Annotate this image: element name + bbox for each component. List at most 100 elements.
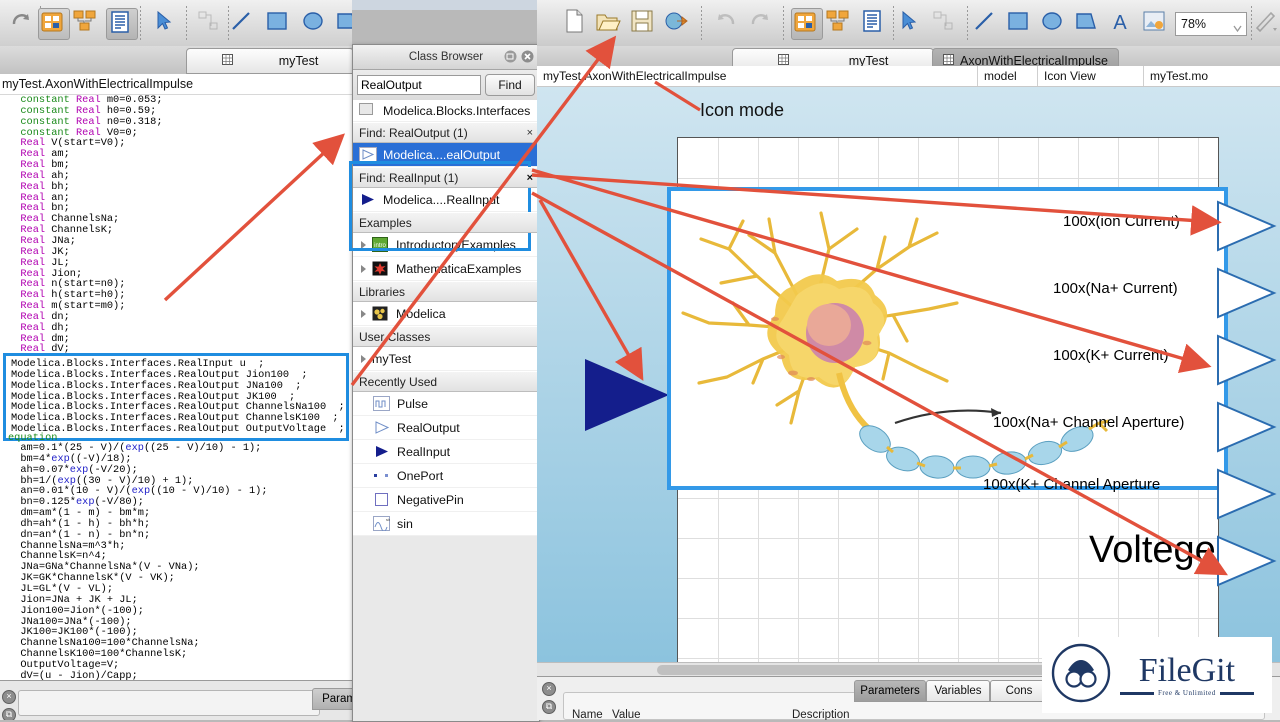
left-close-icon[interactable]: × <box>2 690 16 704</box>
rtoolbar-separator-3 <box>893 6 894 40</box>
pointer-tool-button[interactable] <box>150 8 180 38</box>
right-toolbar: A 78% <box>537 0 1280 47</box>
find-group-realinput[interactable]: Find: RealInput (1) × <box>353 167 539 188</box>
icon-label-voltage: Voltege <box>1089 529 1216 572</box>
class-item-modelica[interactable]: Modelica <box>353 302 539 326</box>
output-port-na-aperture[interactable] <box>1216 401 1278 458</box>
publish-button[interactable] <box>663 8 693 38</box>
recent-item-sin[interactable]: sin sin <box>353 512 539 536</box>
redo-button-2[interactable] <box>747 8 777 38</box>
recent-item-oneport[interactable]: OnePort <box>353 464 539 488</box>
class-item-label-2: MathematicaExamples <box>396 262 521 276</box>
pen-icon[interactable] <box>1253 8 1280 38</box>
find-button[interactable]: Find <box>485 74 535 96</box>
class-path-row[interactable]: Modelica.Blocks.Interfaces <box>353 100 539 122</box>
bottom-close-icon[interactable]: × <box>542 682 556 696</box>
icon-label-k-current: 100x(K+ Current) <box>1053 347 1168 364</box>
icon-editing-frame[interactable]: 100x(ion Current) 100x(Na+ Current) 100x… <box>667 187 1228 490</box>
rtoolbar-separator-5 <box>1251 6 1252 40</box>
class-item-mathematicaexamples[interactable]: MathematicaExamples <box>353 257 539 281</box>
open-button[interactable] <box>595 8 625 38</box>
text-tool-button[interactable]: A <box>1107 8 1137 38</box>
class-browser-titlebar: Class Browser <box>353 45 539 70</box>
output-port-k-aperture[interactable] <box>1216 468 1278 525</box>
negativepin-icon <box>373 492 391 508</box>
model-view-mode: Icon View <box>1037 66 1150 86</box>
search-input[interactable]: RealOutput <box>357 75 481 95</box>
polygon-tool-button[interactable] <box>334 8 352 38</box>
undo-button[interactable] <box>713 8 743 38</box>
connect-tool-button[interactable] <box>196 8 226 38</box>
image-tool-button[interactable] <box>1141 8 1171 38</box>
chevron-right-icon-2[interactable] <box>361 265 366 273</box>
tab-constants[interactable]: Cons <box>990 680 1048 702</box>
output-port-voltage[interactable] <box>1216 535 1278 592</box>
left-parameters-tab[interactable]: Param <box>312 688 352 710</box>
find-group-realoutput[interactable]: Find: RealOutput (1) × <box>353 122 539 143</box>
recent-item-negativepin[interactable]: NegativePin <box>353 488 539 512</box>
detach-icon[interactable] <box>504 50 517 66</box>
left-bottom-field[interactable] <box>18 690 320 716</box>
recent-item-realoutput[interactable]: RealOutput <box>353 416 539 440</box>
left-detach-icon[interactable]: ⧉ <box>2 708 16 720</box>
diagram-view-button-2[interactable] <box>825 8 855 38</box>
save-button[interactable] <box>629 8 659 38</box>
find-group-close-icon[interactable]: × <box>527 127 533 139</box>
model-info-bar: myTest.AxonWithElectricalImpulse model I… <box>537 66 1280 87</box>
icon-view-canvas[interactable]: 100x(ion Current) 100x(Na+ Current) 100x… <box>537 87 1280 662</box>
rtoolbar-separator-2 <box>783 6 784 40</box>
chevron-right-icon-3[interactable] <box>361 310 366 318</box>
neuron-illustration <box>671 191 1216 479</box>
class-browser-panel: Class Browser RealOutput Find Modelica.B… <box>352 44 540 722</box>
pointer-tool-button-2[interactable] <box>895 8 925 38</box>
model-kind: model <box>977 66 1044 86</box>
recent-item-label-3: RealInput <box>397 445 450 459</box>
output-port-ion-current[interactable] <box>1216 200 1278 257</box>
rectangle-tool-button-2[interactable] <box>1005 8 1035 38</box>
class-item-label-4: myTest <box>372 352 411 366</box>
output-port-na-current[interactable] <box>1216 267 1278 324</box>
recent-item-realinput[interactable]: RealInput <box>353 440 539 464</box>
zoom-combobox[interactable]: 78% <box>1175 12 1247 36</box>
polygon-tool-button-2[interactable] <box>1073 8 1103 38</box>
rtoolbar-separator-1 <box>701 6 702 40</box>
doc-tab-label: myTest <box>279 54 319 68</box>
ellipse-tool-button-2[interactable] <box>1039 8 1069 38</box>
close-icon[interactable] <box>521 50 534 66</box>
pulse-icon <box>373 396 391 412</box>
output-port-k-current[interactable] <box>1216 334 1278 391</box>
find-group-realinput-label: Find: RealInput (1) <box>359 171 458 185</box>
sin-icon: sin <box>373 516 391 532</box>
new-button[interactable] <box>561 8 591 38</box>
chevron-down-icon[interactable] <box>1233 19 1242 37</box>
find-group-realinput-close-icon[interactable]: × <box>527 172 533 184</box>
diagram-view-button[interactable] <box>72 8 102 38</box>
code-editor[interactable]: constant Real m0=0.053; constant Real h0… <box>0 95 352 680</box>
recent-item-pulse[interactable]: Pulse <box>353 392 539 416</box>
ellipse-tool-button[interactable] <box>300 8 330 38</box>
doc-tab-mytest[interactable]: myTest <box>186 48 352 74</box>
realinput-port-shape[interactable] <box>581 355 673 440</box>
filegit-watermark: FileGit Free & Unlimited <box>1042 637 1272 713</box>
oneport-icon <box>373 468 391 484</box>
recent-item-label-2: RealOutput <box>397 421 460 435</box>
line-tool-button-2[interactable] <box>971 8 1001 38</box>
tab-parameters[interactable]: Parameters <box>854 680 926 702</box>
components-view-button-2[interactable] <box>791 8 823 40</box>
text-view-button[interactable] <box>106 8 138 40</box>
grid-line-h <box>678 578 1218 579</box>
components-view-button[interactable] <box>38 8 70 40</box>
class-item-label-3: Modelica <box>396 307 446 321</box>
line-tool-button[interactable] <box>228 8 258 38</box>
chevron-right-icon-4[interactable] <box>361 355 366 363</box>
text-view-button-2[interactable] <box>859 8 889 38</box>
bottom-detach-icon[interactable]: ⧉ <box>542 700 556 714</box>
filegit-tagline-rule: Free & Unlimited <box>1120 689 1254 697</box>
class-item-mytest[interactable]: myTest <box>353 347 539 371</box>
rectangle-tool-button[interactable] <box>264 8 294 38</box>
connect-tool-button-2[interactable] <box>931 8 961 38</box>
rtoolbar-separator-4 <box>967 6 968 40</box>
redo-button[interactable] <box>8 8 38 38</box>
tab-variables[interactable]: Variables <box>926 680 990 702</box>
model-path: myTest.AxonWithElectricalImpulse <box>537 66 726 86</box>
